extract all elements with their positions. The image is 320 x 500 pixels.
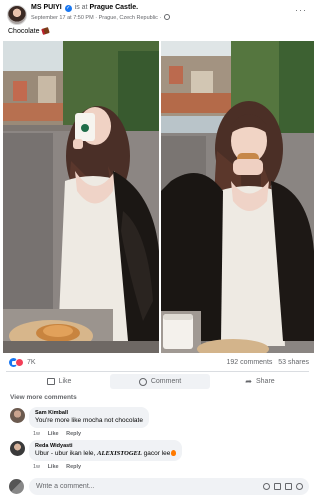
- share-button-label: Share: [256, 378, 275, 385]
- like-button-label: Like: [58, 378, 72, 385]
- composer-tools: [263, 483, 303, 490]
- author-avatar[interactable]: [7, 5, 27, 25]
- commenter-avatar[interactable]: [10, 408, 25, 423]
- commenter-name[interactable]: Sam Kimball: [35, 410, 143, 416]
- caption-text: Chocolate: [8, 28, 40, 35]
- comment-composer: [0, 476, 315, 500]
- reaction-count[interactable]: 7K: [27, 359, 36, 366]
- like-button[interactable]: Like: [14, 374, 104, 389]
- globe-icon: [163, 14, 170, 20]
- camera-icon[interactable]: [274, 483, 281, 490]
- share-count[interactable]: 53 shares: [278, 359, 309, 366]
- more-options-icon[interactable]: ···: [295, 5, 307, 15]
- sticker-icon[interactable]: [296, 483, 303, 490]
- comment-share-counts: 192 comments 53 shares: [226, 359, 309, 366]
- comment-like-link[interactable]: Like: [48, 431, 59, 437]
- comment-count[interactable]: 192 comments: [226, 359, 272, 366]
- share-button[interactable]: ➦ Share: [215, 374, 305, 389]
- comment-text: You're more like mocha not chocolate: [35, 417, 143, 424]
- love-reaction-icon: [15, 358, 24, 367]
- comment-tag: ALEXISTOGEL: [97, 450, 142, 457]
- fire-emoji-icon: [171, 450, 177, 456]
- action-bar: Like Comment ➦ Share: [6, 371, 309, 390]
- gif-icon[interactable]: [285, 483, 292, 490]
- comment-text: Ubur - ubur ikan lele, ALEXISTOGEL gacor…: [35, 450, 177, 457]
- post-caption: Chocolate: [8, 27, 50, 35]
- meta-separator-2: ·: [159, 15, 162, 21]
- photo-right[interactable]: [161, 41, 314, 353]
- comment-meta: 1w Like Reply: [33, 431, 87, 437]
- comment-button-label: Comment: [150, 378, 182, 385]
- location-link[interactable]: Prague Castle.: [89, 4, 138, 11]
- commenter-name[interactable]: Reda Widyasti: [35, 443, 176, 449]
- photo-left-image: [3, 41, 159, 353]
- thumbs-up-icon: [46, 378, 55, 385]
- post-meta: September 17 at 7:50 PM · Prague, Czech …: [31, 14, 170, 21]
- chocolate-emoji-icon: [40, 27, 50, 35]
- post-timestamp[interactable]: September 17 at 7:50 PM: [31, 15, 94, 21]
- meta-separator: ·: [95, 15, 98, 21]
- view-more-comments-link[interactable]: View more comments: [10, 394, 77, 401]
- share-arrow-icon: ➦: [245, 376, 252, 386]
- commenter-avatar[interactable]: [10, 441, 25, 456]
- comment-meta: 1w Like Reply: [33, 464, 87, 470]
- comment-button[interactable]: Comment: [110, 374, 210, 389]
- post-header: MS PUIYI ✓ is at Prague Castle. Septembe…: [0, 0, 315, 25]
- comment-text-end: gacor lee: [143, 450, 171, 457]
- comment-text-start: Ubur - ubur ikan lele,: [35, 450, 96, 457]
- post-place: Prague, Czech Republic: [98, 15, 158, 21]
- emoji-picker-icon[interactable]: [263, 483, 270, 490]
- comment-age[interactable]: 1w: [33, 464, 40, 470]
- post-stats: 7K 192 comments 53 shares: [0, 356, 315, 370]
- comment-icon: [138, 377, 147, 386]
- comment-bubble: Reda Widyasti Ubur - ubur ikan lele, ALE…: [29, 440, 183, 461]
- comment-reply-link[interactable]: Reply: [66, 464, 81, 470]
- author-name[interactable]: MS PUIYI: [31, 4, 62, 11]
- location-prefix: is at: [74, 4, 88, 11]
- photo-left[interactable]: [3, 41, 159, 353]
- comment-reply-link[interactable]: Reply: [66, 431, 81, 437]
- comment-like-link[interactable]: Like: [48, 464, 59, 470]
- author-line: MS PUIYI ✓ is at Prague Castle.: [31, 4, 138, 12]
- comment-age[interactable]: 1w: [33, 431, 40, 437]
- photo-grid: [0, 41, 315, 353]
- current-user-avatar[interactable]: [9, 479, 24, 494]
- verified-badge-icon: ✓: [64, 5, 72, 12]
- photo-right-image: [161, 41, 314, 353]
- comment-bubble: Sam Kimball You're more like mocha not c…: [29, 407, 149, 428]
